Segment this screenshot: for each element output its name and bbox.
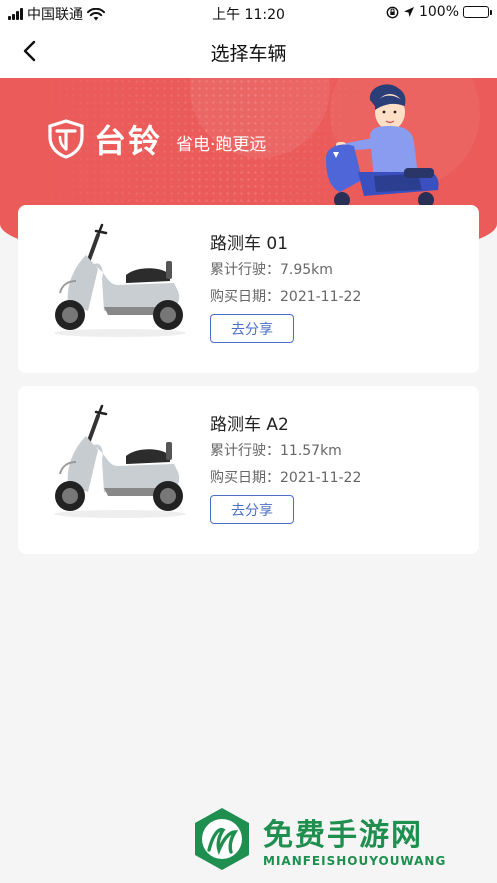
page-title: 选择车辆	[210, 42, 287, 65]
shield-logo-icon	[48, 119, 84, 159]
scooter-image	[54, 223, 186, 337]
vehicle-mileage: 累计行驶：7.95km	[210, 262, 333, 278]
share-button[interactable]: 去分享	[210, 495, 294, 524]
back-button[interactable]	[14, 36, 44, 66]
brand-slogan: 省电·跑更远	[176, 134, 267, 155]
brand-logo: 台铃 省电·跑更远	[46, 116, 266, 162]
vehicle-card[interactable]: 路测车 01 累计行驶：7.95km 购买日期：2021-11-22 去分享	[18, 205, 479, 373]
battery-percent: 100%	[418, 4, 459, 20]
vehicle-purchase-date: 购买日期：2021-11-22	[210, 470, 362, 486]
vehicle-name: 路测车 A2	[210, 415, 289, 435]
vehicle-name: 路测车 01	[210, 234, 289, 254]
vehicle-purchase-date: 购买日期：2021-11-22	[210, 289, 362, 305]
chevron-left-icon	[23, 40, 36, 62]
rider-illustration	[326, 84, 439, 208]
scooter-image	[54, 404, 186, 518]
orientation-lock-icon	[386, 6, 399, 18]
brand-name: 台铃	[94, 122, 163, 160]
vehicle-mileage: 累计行驶：11.57km	[210, 443, 342, 459]
location-arrow-icon	[403, 7, 414, 17]
vehicle-card[interactable]: 路测车 A2 累计行驶：11.57km 购买日期：2021-11-22 去分享	[18, 386, 479, 554]
watermark-title: 免费手游网	[263, 818, 423, 853]
status-right: 100%	[386, 4, 492, 20]
share-button[interactable]: 去分享	[210, 314, 294, 343]
watermark-subtitle: MIANFEISHOUYOUWANG	[263, 854, 447, 868]
navigation-bar: 选择车辆	[0, 26, 497, 78]
site-watermark: 免费手游网 MIANFEISHOUYOUWANG	[189, 803, 485, 875]
status-bar: 中国联通 上午 11:20 100%	[0, 0, 497, 26]
watermark-logo-icon	[195, 808, 249, 870]
battery-icon	[463, 6, 492, 18]
